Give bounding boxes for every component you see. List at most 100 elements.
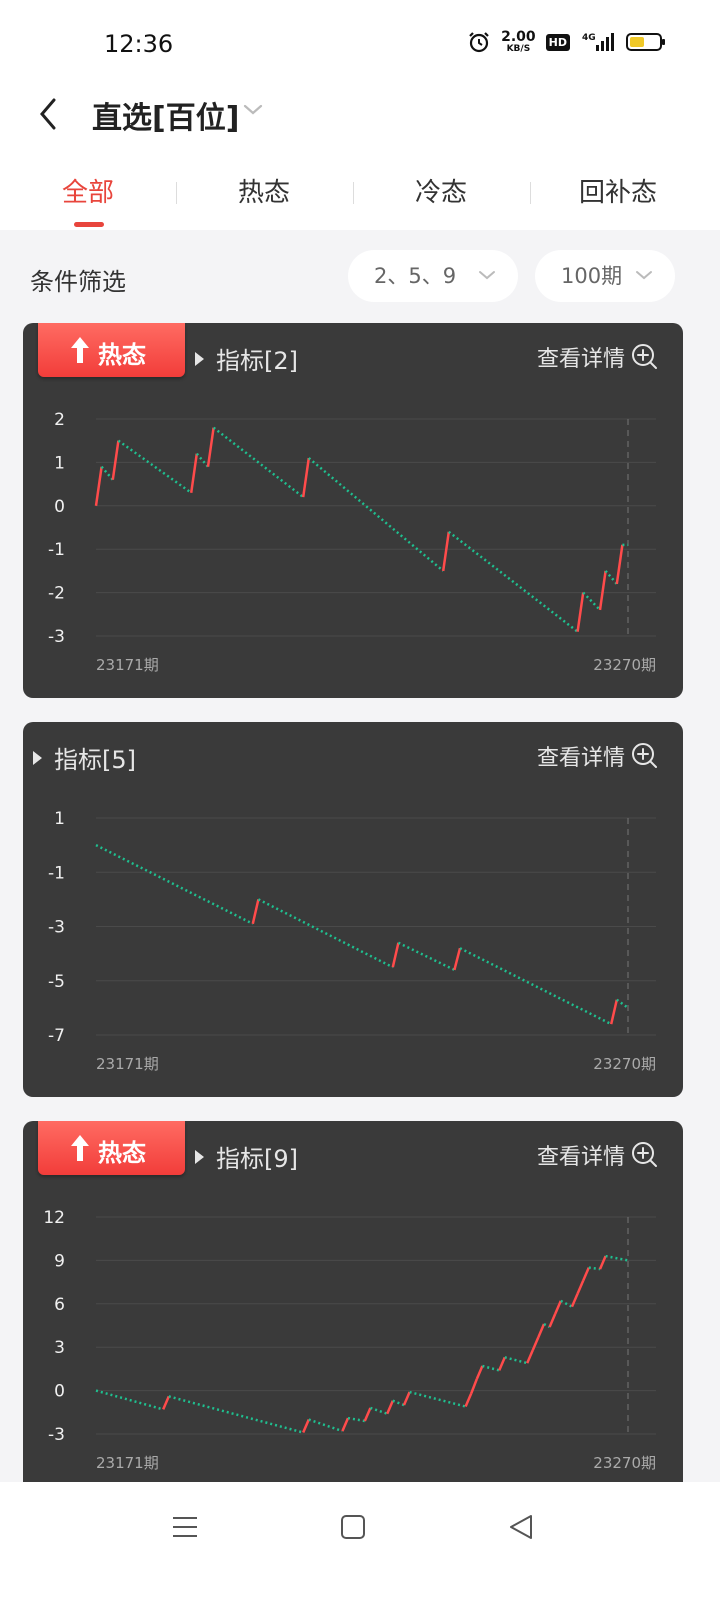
view-detail-label: 查看详情 xyxy=(536,746,625,771)
zoom-in-icon xyxy=(632,344,657,369)
rise-segment xyxy=(302,1419,310,1434)
chevron-down-icon xyxy=(636,271,652,280)
y-tick-label: 0 xyxy=(54,497,65,517)
fall-segment xyxy=(257,898,394,969)
hot-badge: 热态 xyxy=(38,323,185,377)
alarm-icon xyxy=(469,32,489,53)
filter-bar: 条件筛选 2、5、9 100期 xyxy=(0,230,720,322)
number-filter-value: 2、5、9 xyxy=(374,264,457,288)
fall-segment xyxy=(616,998,629,1009)
rise-segment xyxy=(554,1300,562,1315)
fall-segment xyxy=(95,1389,164,1411)
tab-cold[interactable]: 冷态 xyxy=(353,172,529,209)
rise-segment xyxy=(609,999,619,1025)
fall-segment xyxy=(588,1266,601,1271)
indicator-card-1[interactable]: 2 1 0 -1 -2 -3 23171期 23270期 热态 指标[2] 查看详情 xyxy=(23,323,683,698)
y-tick-label: -5 xyxy=(48,972,65,992)
header: 直选[百位] 全部 热态 冷态 回补态 xyxy=(0,90,720,230)
status-icons: 2.00 KB/S HD 4G xyxy=(467,30,665,54)
tab-hot[interactable]: 热态 xyxy=(176,172,352,209)
period-filter-dropdown[interactable]: 100期 xyxy=(535,250,675,302)
rise-segment xyxy=(94,466,103,506)
page-title[interactable]: 直选[百位] xyxy=(92,93,239,137)
tab-bar: 全部 热态 冷态 回补态 xyxy=(0,172,720,230)
rise-segment xyxy=(576,592,585,632)
x-start-label: 23171期 xyxy=(96,656,159,674)
hot-badge: 热态 xyxy=(38,1121,185,1175)
view-detail-button[interactable]: 查看详情 xyxy=(537,740,659,772)
hot-badge-label: 热态 xyxy=(98,1139,146,1167)
rise-segment xyxy=(386,1400,394,1415)
tab-rebound[interactable]: 回补态 xyxy=(530,172,706,209)
status-time: 12:36 xyxy=(104,30,174,58)
y-tick-label: -3 xyxy=(48,627,65,647)
y-tick-label: 9 xyxy=(54,1251,65,1271)
rise-segment xyxy=(391,942,400,968)
fall-segment xyxy=(409,1390,466,1408)
rise-segment xyxy=(548,1313,557,1328)
y-tick-label: -7 xyxy=(48,1026,65,1046)
x-start-label: 23171期 xyxy=(96,1055,159,1073)
fall-segment xyxy=(448,530,579,633)
rise-segment xyxy=(537,1323,546,1338)
rise-segment xyxy=(475,1365,484,1380)
speed-value: 2.00 xyxy=(501,29,536,45)
fall-segment xyxy=(95,844,254,925)
network-speed: 2.00 KB/S xyxy=(501,30,536,54)
menu-icon[interactable] xyxy=(170,1512,200,1542)
x-end-label: 23270期 xyxy=(593,1454,656,1472)
fall-segment xyxy=(392,1399,405,1407)
rise-segment xyxy=(570,1293,579,1308)
rise-segment xyxy=(598,1255,607,1270)
home-icon[interactable] xyxy=(338,1512,368,1542)
filter-label: 条件筛选 xyxy=(30,268,126,296)
y-tick-label: 12 xyxy=(43,1208,65,1228)
rise-segment xyxy=(206,427,215,467)
view-detail-button[interactable]: 查看详情 xyxy=(537,1139,659,1171)
view-detail-button[interactable]: 查看详情 xyxy=(537,341,659,373)
period-filter-value: 100期 xyxy=(561,264,623,288)
tab-all[interactable]: 全部 xyxy=(0,172,176,209)
y-tick-label: 6 xyxy=(54,1295,65,1315)
fall-segment xyxy=(482,1364,500,1372)
rise-segment xyxy=(498,1356,506,1371)
fall-segment xyxy=(195,452,209,468)
hd-badge: HD xyxy=(545,33,570,51)
rise-segment xyxy=(162,1395,170,1410)
indicator-card-3[interactable]: 12 9 6 3 0 -3 23171期 23270期 热态 指标[9] 查看详情 xyxy=(23,1121,683,1496)
y-tick-label: 1 xyxy=(54,453,65,473)
view-detail-label: 查看详情 xyxy=(536,347,625,372)
fall-segment xyxy=(307,457,445,572)
x-end-label: 23270期 xyxy=(593,656,656,674)
status-bar: 12:36 2.00 KB/S HD 4G xyxy=(0,0,720,90)
chevron-down-icon[interactable] xyxy=(242,102,264,118)
chevron-down-icon xyxy=(479,271,495,280)
fall-segment xyxy=(397,941,455,972)
battery-icon xyxy=(626,33,665,51)
indicator-title[interactable]: 指标[2] xyxy=(195,341,298,376)
x-start-label: 23171期 xyxy=(96,1454,159,1472)
rise-segment xyxy=(582,1267,590,1282)
rise-segment xyxy=(453,947,462,971)
rise-segment xyxy=(402,1391,411,1406)
back-icon[interactable] xyxy=(506,1512,536,1542)
rise-segment xyxy=(111,440,120,480)
rise-segment xyxy=(341,1417,350,1432)
indicator-title[interactable]: 指标[9] xyxy=(195,1139,298,1174)
y-tick-label: -1 xyxy=(48,540,65,560)
fall-segment xyxy=(459,947,612,1026)
svg-text:4G: 4G xyxy=(582,33,596,43)
rise-segment xyxy=(526,1349,534,1364)
system-nav-bar xyxy=(0,1482,720,1600)
tab-divider xyxy=(176,182,177,204)
indicator-card-2[interactable]: 1 -1 -3 -5 -7 23171期 23270期 指标[5] 查看详情 xyxy=(23,722,683,1097)
hot-badge-label: 热态 xyxy=(98,341,146,369)
number-filter-dropdown[interactable]: 2、5、9 xyxy=(348,250,518,302)
speed-unit: KB/S xyxy=(506,44,531,54)
arrow-up-icon xyxy=(71,1135,89,1161)
back-arrow-icon[interactable] xyxy=(30,92,70,136)
x-end-label: 23270期 xyxy=(593,1055,656,1073)
y-tick-label: -2 xyxy=(48,584,65,604)
indicator-title[interactable]: 指标[5] xyxy=(33,740,136,775)
play-triangle-icon xyxy=(195,352,204,366)
